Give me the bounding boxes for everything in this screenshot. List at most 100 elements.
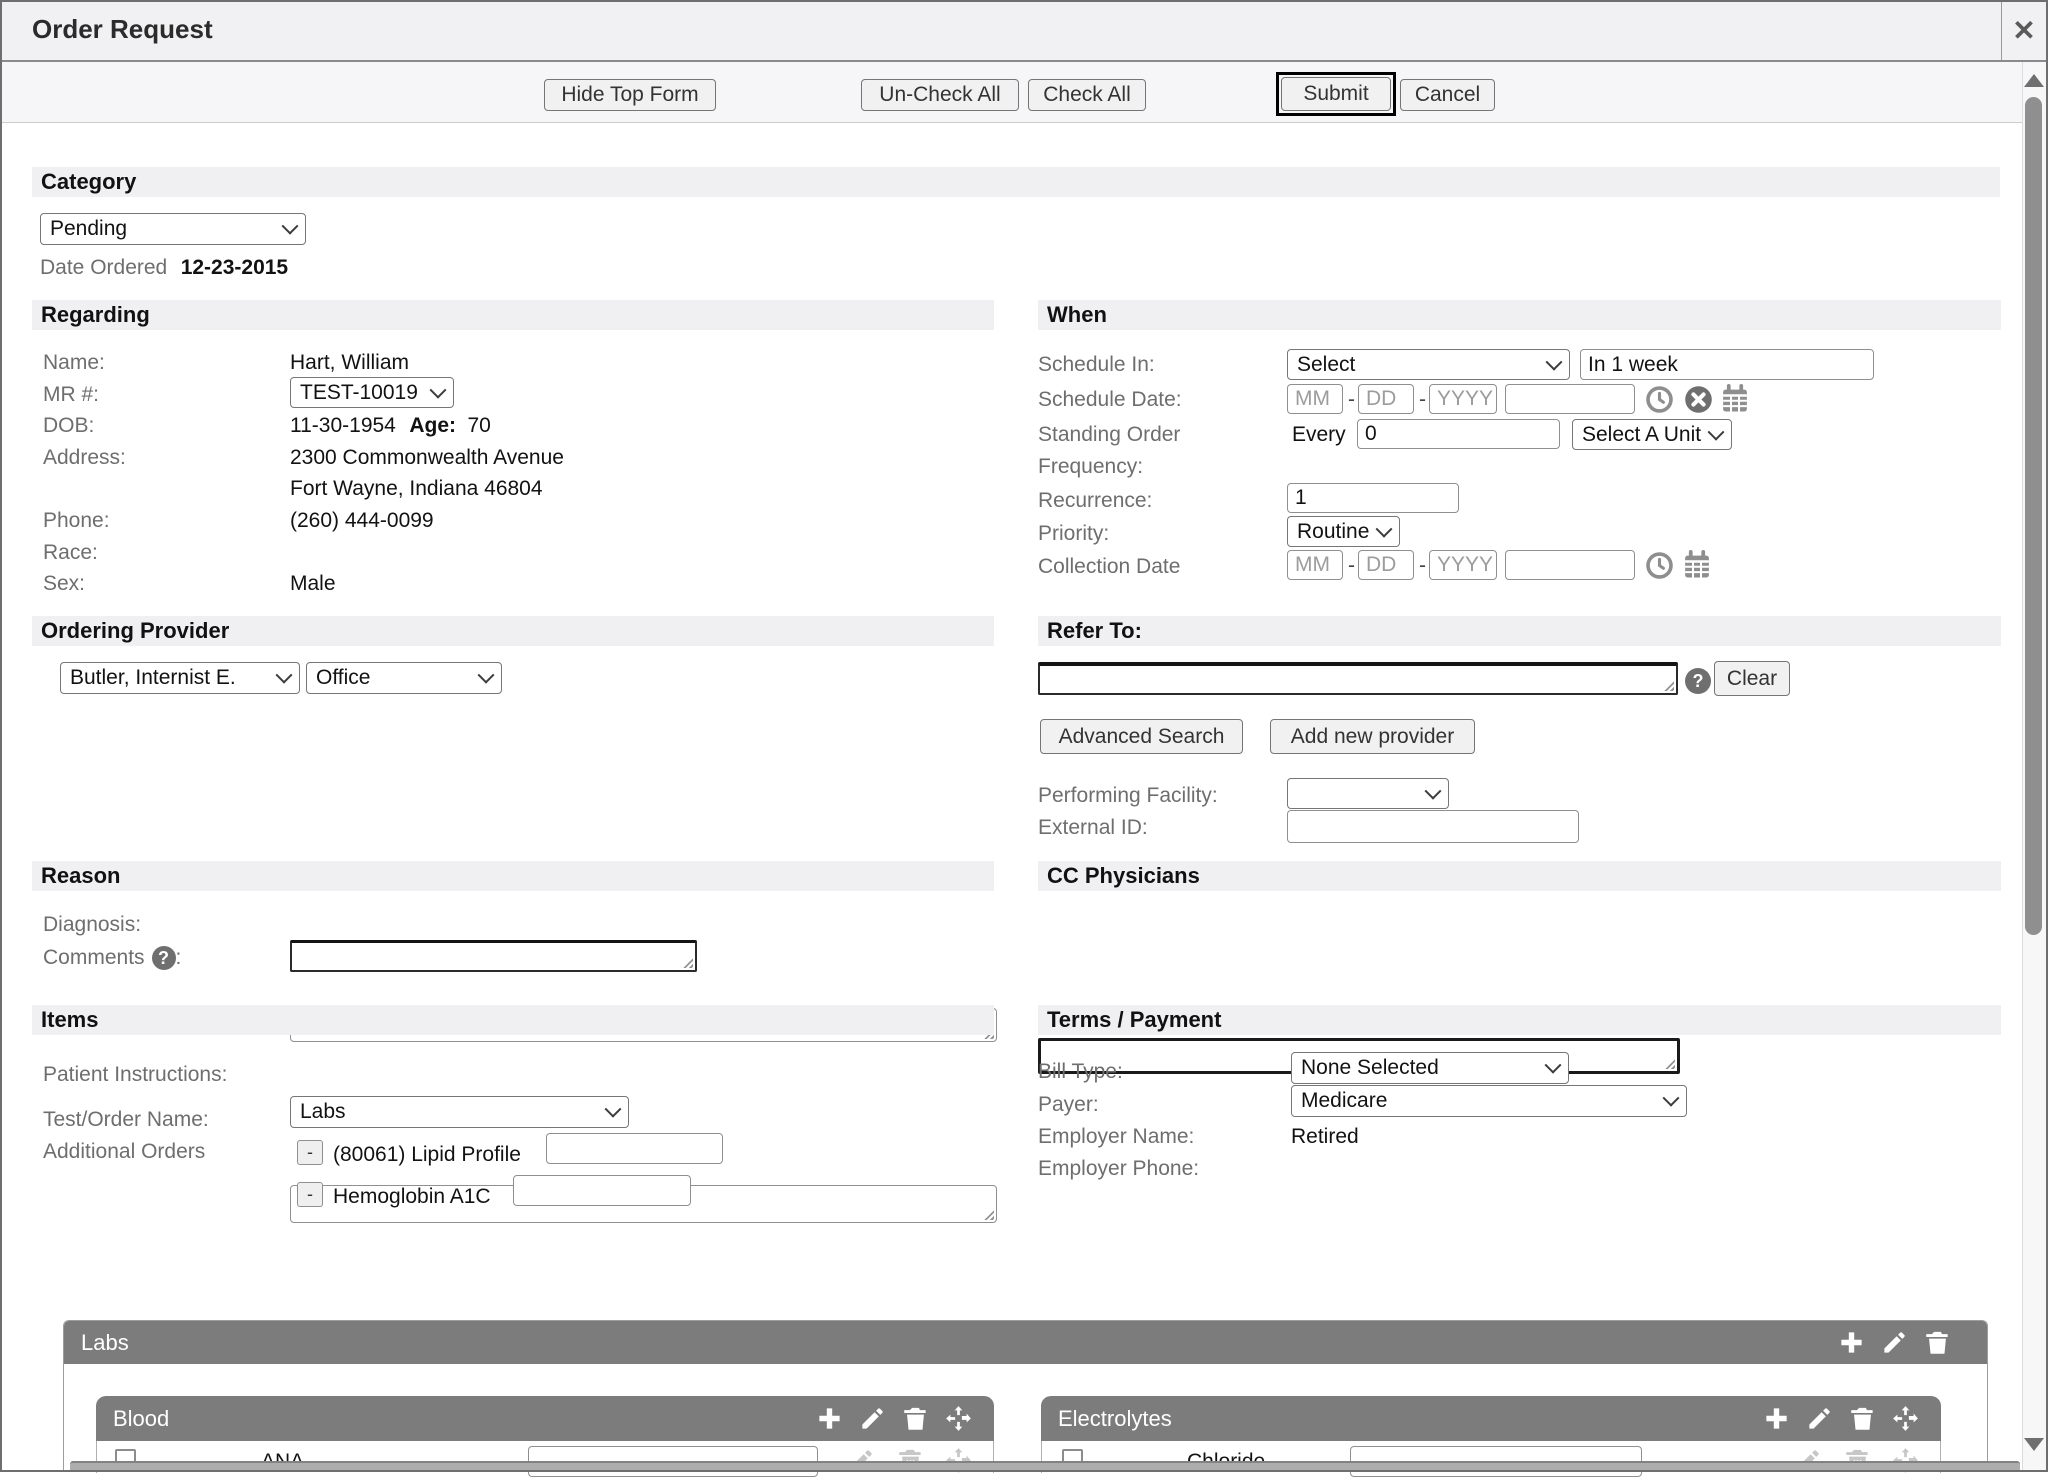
- standing-order-label: Standing Order: [1038, 423, 1180, 447]
- dob-value: 11-30-1954 Age: 70: [290, 414, 491, 438]
- date-ordered-row: Date Ordered 12-23-2015: [40, 256, 288, 280]
- clear-date-icon[interactable]: [1684, 385, 1713, 414]
- chevron-down-icon: [276, 667, 293, 684]
- sex-value: Male: [290, 572, 336, 596]
- add-icon[interactable]: [816, 1405, 843, 1432]
- patient-instructions-label: Patient Instructions:: [43, 1063, 227, 1087]
- cancel-button[interactable]: Cancel: [1400, 79, 1495, 111]
- schedule-in-text-input[interactable]: In 1 week: [1580, 349, 1874, 380]
- order-item-input[interactable]: [546, 1133, 723, 1164]
- ordering-provider-select[interactable]: Butler, Internist E.: [60, 662, 300, 694]
- collection-date-dd-input[interactable]: DD: [1358, 550, 1414, 580]
- priority-label: Priority:: [1038, 522, 1109, 546]
- electrolytes-group-header: Electrolytes: [1041, 1396, 1941, 1441]
- order-item-label: (80061) Lipid Profile: [333, 1143, 521, 1167]
- check-all-button[interactable]: Check All: [1028, 79, 1146, 111]
- chevron-down-icon: [478, 667, 495, 684]
- mr-select[interactable]: TEST-10019: [290, 377, 454, 408]
- help-icon[interactable]: ?: [1685, 668, 1711, 694]
- collection-date-label: Collection Date: [1038, 555, 1180, 579]
- chevron-down-icon: [1425, 782, 1442, 799]
- schedule-date-label: Schedule Date:: [1038, 388, 1182, 412]
- additional-orders-label: Additional Orders: [43, 1140, 205, 1164]
- calendar-icon[interactable]: [1720, 384, 1750, 414]
- terms-payment-section-header: Terms / Payment: [1038, 1005, 2001, 1035]
- add-new-provider-button[interactable]: Add new provider: [1270, 719, 1475, 754]
- comments-label: Comments: [43, 946, 145, 970]
- category-section-header: Category: [32, 167, 2000, 197]
- help-icon[interactable]: ?: [152, 946, 176, 970]
- schedule-in-select[interactable]: Select: [1287, 349, 1570, 380]
- edit-icon[interactable]: [1881, 1329, 1908, 1356]
- blood-group-title: Blood: [96, 1406, 816, 1432]
- category-select[interactable]: Pending: [40, 213, 306, 245]
- schedule-date-time-input[interactable]: [1505, 384, 1635, 414]
- move-icon[interactable]: [945, 1405, 972, 1432]
- priority-select[interactable]: Routine: [1287, 516, 1400, 547]
- comments-label-row: Comments ? :: [43, 946, 181, 970]
- clock-icon[interactable]: [1645, 551, 1674, 580]
- date-separator: -: [1348, 388, 1355, 412]
- edit-icon[interactable]: [859, 1405, 886, 1432]
- standing-order-every-input[interactable]: 0: [1357, 419, 1560, 449]
- labs-panel-title: Labs: [64, 1330, 1838, 1356]
- hide-top-form-button[interactable]: Hide Top Form: [544, 79, 716, 111]
- external-id-input[interactable]: [1287, 810, 1579, 843]
- payer-select[interactable]: Medicare: [1291, 1085, 1687, 1117]
- provider-location-select[interactable]: Office: [306, 662, 502, 694]
- blood-group-header: Blood: [96, 1396, 994, 1441]
- patient-name: Hart, William: [290, 351, 409, 375]
- address-line1: 2300 Commonwealth Avenue: [290, 446, 564, 470]
- schedule-date-dd-input[interactable]: DD: [1358, 384, 1414, 414]
- age-value: 70: [467, 414, 490, 437]
- scrollbar-thumb[interactable]: [2025, 97, 2042, 935]
- diagnosis-input[interactable]: [290, 940, 697, 972]
- remove-order-button[interactable]: -: [297, 1140, 323, 1165]
- collection-date-yyyy-input[interactable]: YYYY: [1429, 550, 1497, 580]
- phone-label: Phone:: [43, 509, 110, 533]
- sex-label: Sex:: [43, 572, 85, 596]
- performing-facility-select[interactable]: [1287, 778, 1449, 809]
- uncheck-all-button[interactable]: Un-Check All: [861, 79, 1019, 111]
- delete-icon[interactable]: [1924, 1329, 1951, 1356]
- close-button[interactable]: ✕: [2001, 0, 2046, 60]
- add-icon[interactable]: [1838, 1329, 1865, 1356]
- employer-name-label: Employer Name:: [1038, 1125, 1194, 1149]
- test-order-name-label: Test/Order Name:: [43, 1108, 209, 1132]
- regarding-section-header: Regarding: [32, 300, 994, 330]
- submit-button[interactable]: Submit: [1281, 77, 1391, 111]
- chevron-down-icon: [1708, 423, 1725, 440]
- move-icon[interactable]: [1892, 1405, 1919, 1432]
- add-icon[interactable]: [1763, 1405, 1790, 1432]
- scroll-up-icon[interactable]: [2024, 74, 2044, 87]
- delete-icon[interactable]: [1849, 1405, 1876, 1432]
- items-section-header: Items: [32, 1005, 994, 1035]
- refer-to-input[interactable]: [1038, 662, 1678, 695]
- employer-name-value: Retired: [1291, 1125, 1359, 1149]
- age-label: Age:: [409, 414, 456, 437]
- external-id-label: External ID:: [1038, 816, 1148, 840]
- electrolytes-group-title: Electrolytes: [1041, 1406, 1763, 1432]
- order-item-input[interactable]: [513, 1175, 691, 1206]
- clear-button[interactable]: Clear: [1714, 661, 1790, 696]
- advanced-search-button[interactable]: Advanced Search: [1040, 719, 1243, 754]
- bill-type-select[interactable]: None Selected: [1291, 1052, 1569, 1084]
- recurrence-input[interactable]: 1: [1287, 483, 1459, 513]
- remove-order-button[interactable]: -: [297, 1182, 323, 1207]
- test-order-name-select[interactable]: Labs: [290, 1096, 629, 1128]
- chevron-down-icon: [1546, 353, 1563, 370]
- schedule-date-mm-input[interactable]: MM: [1287, 384, 1343, 414]
- schedule-date-yyyy-input[interactable]: YYYY: [1429, 384, 1497, 414]
- standing-order-unit-select[interactable]: Select A Unit: [1572, 419, 1732, 450]
- collection-date-mm-input[interactable]: MM: [1287, 550, 1343, 580]
- date-separator: -: [1419, 388, 1426, 412]
- calendar-icon[interactable]: [1682, 550, 1712, 580]
- collection-date-time-input[interactable]: [1505, 550, 1635, 580]
- dialog-border: [0, 0, 2048, 1472]
- clock-icon[interactable]: [1645, 385, 1674, 414]
- scroll-down-icon[interactable]: [2024, 1438, 2044, 1451]
- frequency-label: Frequency:: [1038, 455, 1143, 479]
- edit-icon[interactable]: [1806, 1405, 1833, 1432]
- delete-icon[interactable]: [902, 1405, 929, 1432]
- address-line2: Fort Wayne, Indiana 46804: [290, 477, 543, 501]
